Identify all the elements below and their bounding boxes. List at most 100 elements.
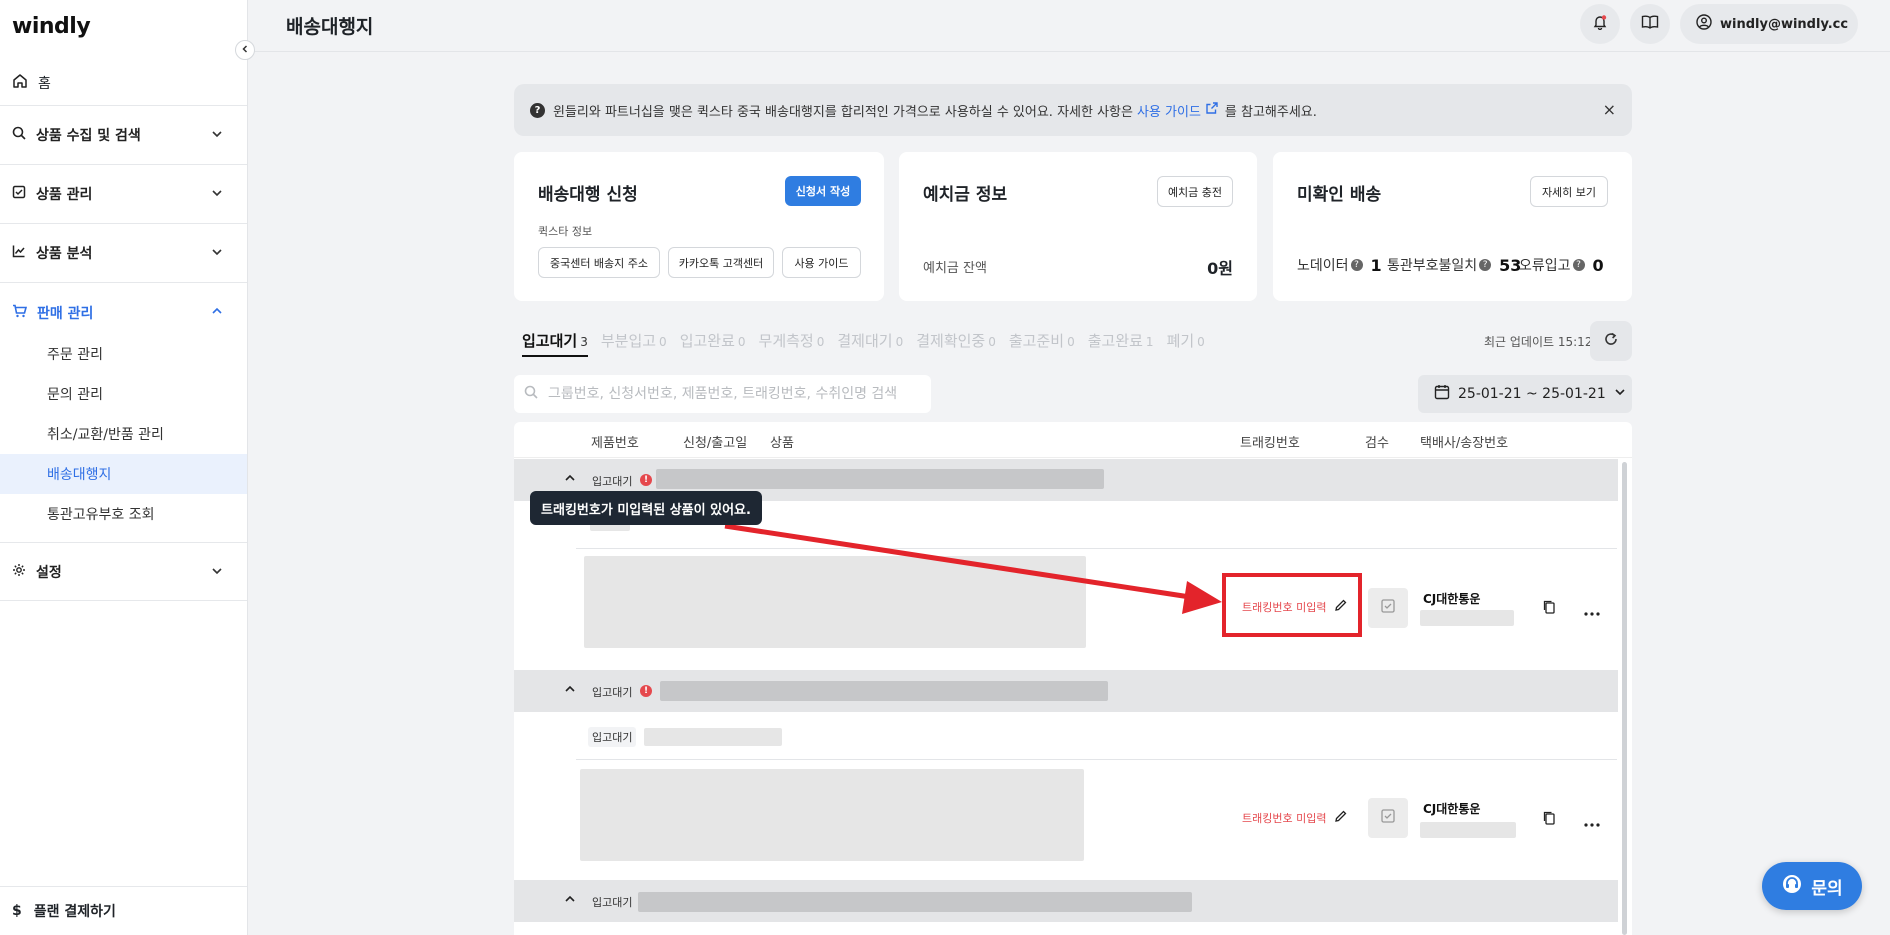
more-icon[interactable] <box>1584 816 1600 831</box>
help-icon: ? <box>1350 259 1363 271</box>
group-row[interactable]: 입고대기 ! <box>514 670 1618 712</box>
chevron-down-icon <box>211 128 223 144</box>
tab-label: 결제대기 <box>837 332 893 350</box>
sidebar-item-shipping-agent[interactable]: 배송대행지 <box>0 454 247 494</box>
windly-logo[interactable]: windly <box>12 14 91 39</box>
date-range-picker[interactable]: 25-01-21 ~ 25-01-21 <box>1418 375 1632 413</box>
copy-icon[interactable] <box>1542 810 1556 830</box>
tab-waiting[interactable]: 입고대기 3 <box>522 330 588 357</box>
deposit-card: 예치금 정보 예치금 충전 예치금 잔액 0원 <box>899 152 1257 301</box>
sidebar-item-label: 홈 <box>38 75 51 92</box>
search-input[interactable] <box>548 386 918 402</box>
deposit-charge-button[interactable]: 예치금 충전 <box>1157 176 1233 207</box>
chevron-up-icon[interactable] <box>564 472 576 488</box>
chevron-left-icon <box>240 43 250 58</box>
stat-label: 통관부호불일치 <box>1387 258 1478 274</box>
tab-count: 0 <box>895 335 904 349</box>
usage-guide-button[interactable]: 사용 가이드 <box>782 247 861 278</box>
cart-icon <box>12 304 28 322</box>
guide-book-button[interactable] <box>1630 4 1670 44</box>
tab-count: 0 <box>1197 335 1205 349</box>
tracking-missing-label: 트래킹번호 미입력 <box>1242 811 1327 825</box>
refresh-button[interactable] <box>1590 321 1632 361</box>
sidebar-item-inquiries[interactable]: 문의 관리 <box>0 374 247 414</box>
tab-label: 무게측정 <box>758 332 814 350</box>
sidebar-collapse-button[interactable] <box>235 40 255 60</box>
plan-payment-button[interactable]: $ 플랜 결제하기 <box>0 886 247 935</box>
help-icon: ? <box>1572 259 1585 271</box>
tab-payment-waiting[interactable]: 결제대기 0 <box>837 330 903 357</box>
stat-nodata[interactable]: 노데이터? 1 <box>1297 255 1382 275</box>
tab-weighing[interactable]: 무게측정 0 <box>759 330 825 357</box>
chevron-up-icon[interactable] <box>564 683 576 699</box>
tab-received[interactable]: 입고완료 0 <box>680 330 746 357</box>
sidebar-group-products[interactable]: 상품 관리 <box>0 165 247 224</box>
sidebar-group-settings[interactable]: 설정 <box>0 542 247 601</box>
status-tabs: 입고대기 3 부분입고 0 입고완료 0 무게측정 0 결제대기 0 결제확인중 0 출고준… <box>522 330 1218 357</box>
stat-value: 0 <box>1592 255 1604 275</box>
tab-partial[interactable]: 부분입고 0 <box>601 330 667 357</box>
tab-label: 결제확인중 <box>916 332 986 350</box>
copy-icon[interactable] <box>1542 599 1556 619</box>
redacted-group-info <box>638 892 1192 912</box>
kakao-support-button[interactable]: 카카오톡 고객센터 <box>668 247 774 278</box>
sidebar-item-customs-code[interactable]: 통관고유부호 조회 <box>0 494 247 534</box>
notification-button[interactable] <box>1580 4 1620 44</box>
view-details-button[interactable]: 자세히 보기 <box>1530 176 1608 207</box>
tab-label: 폐기 <box>1166 332 1195 350</box>
stat-customs-mismatch[interactable]: 통관부호불일치? 53 <box>1387 255 1521 275</box>
tab-count: 0 <box>659 335 667 349</box>
col-date: 신청/출고일 <box>683 436 748 451</box>
bell-icon <box>1592 14 1608 34</box>
table-scrollbar[interactable] <box>1622 462 1627 935</box>
check-icon <box>1380 808 1396 828</box>
china-center-address-button[interactable]: 중국센터 배송지 주소 <box>538 247 660 278</box>
carrier-name: CJ대한통운 <box>1423 802 1481 816</box>
stat-value: 1 <box>1370 255 1382 275</box>
external-link-icon <box>1205 101 1219 119</box>
notice-banner: ? 윈들리와 파트너십을 맺은 퀵스타 중국 배송대행지를 합리적인 가격으로 … <box>514 84 1632 136</box>
chevron-up-icon[interactable] <box>564 893 576 909</box>
sidebar-group-label: 상품 수집 및 검색 <box>36 128 141 144</box>
group-row[interactable]: 입고대기 <box>514 880 1618 922</box>
search-icon <box>12 126 26 144</box>
chat-inquiry-button[interactable]: 문의 <box>1762 862 1862 910</box>
sidebar-item-home[interactable]: 홈 <box>0 60 247 106</box>
alert-icon: ! <box>640 474 652 486</box>
tab-payment-checking[interactable]: 결제확인중 0 <box>916 330 996 357</box>
col-product-no: 제품번호 <box>591 436 639 451</box>
col-tracking: 트래킹번호 <box>1240 436 1300 451</box>
inspect-button[interactable] <box>1368 588 1408 628</box>
write-application-button[interactable]: 신청서 작성 <box>785 176 861 206</box>
inspect-button[interactable] <box>1368 798 1408 838</box>
status-badge: 입고대기 <box>592 686 633 699</box>
sidebar-item-returns[interactable]: 취소/교환/반품 관리 <box>0 414 247 454</box>
gear-icon <box>12 563 26 581</box>
tab-shipped[interactable]: 출고완료 1 <box>1088 330 1154 357</box>
sidebar-group-collect[interactable]: 상품 수집 및 검색 <box>0 106 247 165</box>
help-icon: ? <box>1479 259 1492 271</box>
close-icon[interactable]: × <box>1603 100 1616 119</box>
notice-text-suffix: 를 참고해주세요. <box>1224 104 1317 120</box>
user-menu[interactable]: windly@windly.cc <box>1680 4 1858 44</box>
stat-error-receipt[interactable]: 오류입고? 0 <box>1519 255 1604 275</box>
question-icon: ? <box>530 102 545 118</box>
usage-guide-link[interactable]: 사용 가이드 <box>1137 101 1201 120</box>
deposit-balance-value: 0원 <box>1207 259 1233 278</box>
status-badge: 입고대기 <box>592 896 633 909</box>
col-inspect: 검수 <box>1365 436 1389 451</box>
row-divider <box>576 548 1617 549</box>
page-title: 배송대행지 <box>286 16 374 38</box>
sidebar-group-label: 판매 관리 <box>37 305 94 322</box>
sidebar-group-analysis[interactable]: 상품 분석 <box>0 224 247 283</box>
chevron-down-icon <box>1614 386 1626 402</box>
sidebar-item-orders[interactable]: 주문 관리 <box>0 334 247 374</box>
tab-discarded[interactable]: 폐기 0 <box>1167 330 1205 357</box>
redacted-invoice <box>1420 610 1514 626</box>
check-icon <box>1380 598 1396 618</box>
tracking-missing-status[interactable]: 트래킹번호 미입력 <box>1242 809 1348 826</box>
pencil-icon[interactable] <box>1334 809 1348 826</box>
more-icon[interactable] <box>1584 605 1600 620</box>
quickstar-info-label: 퀵스타 정보 <box>538 225 593 238</box>
tab-ship-ready[interactable]: 출고준비 0 <box>1009 330 1075 357</box>
